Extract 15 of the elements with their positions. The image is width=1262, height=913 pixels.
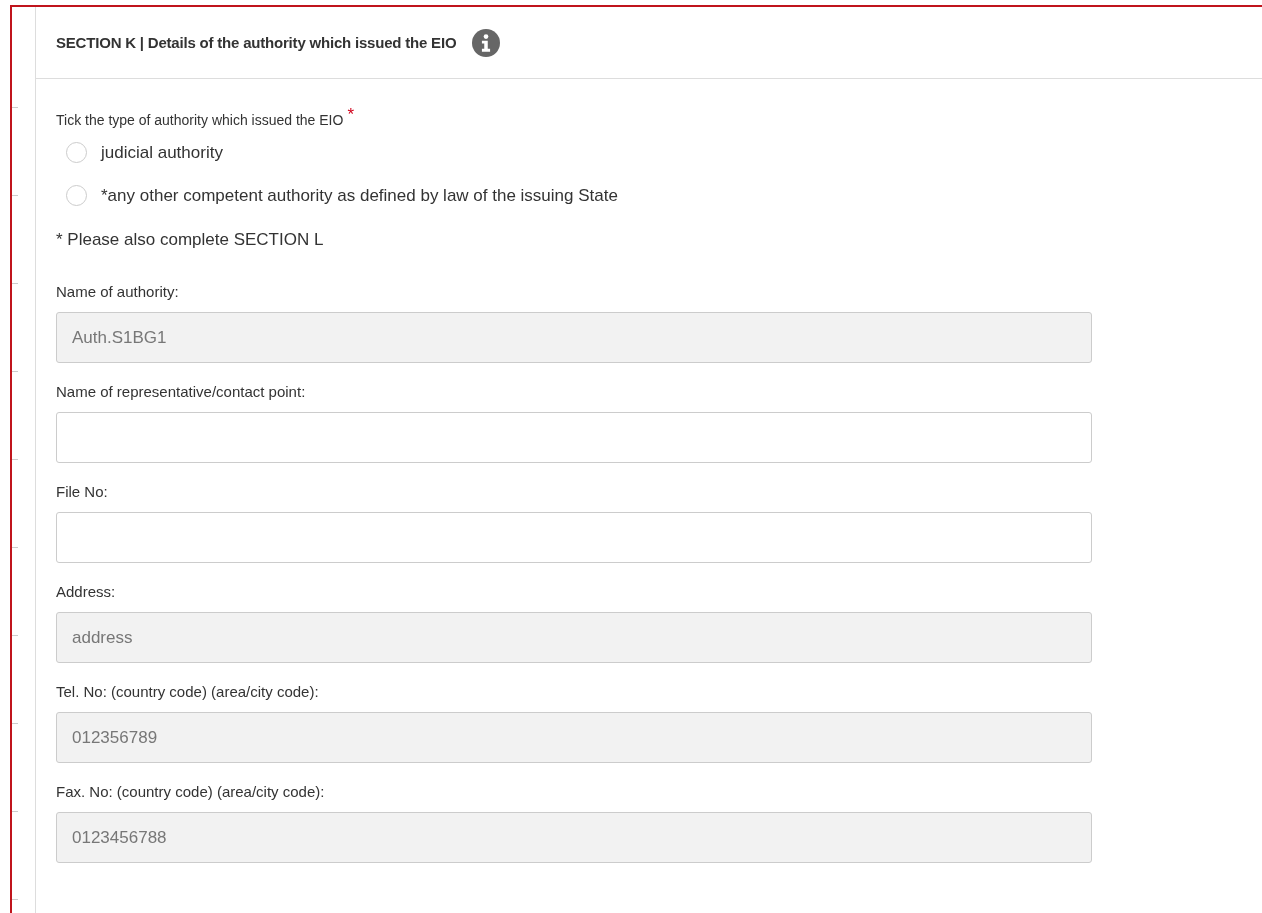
info-icon[interactable]: [472, 28, 501, 57]
input-field[interactable]: [56, 412, 1092, 463]
field-label: File No:: [56, 482, 108, 502]
input-field[interactable]: [56, 512, 1092, 563]
note-text: * Please also complete SECTION L: [56, 229, 324, 251]
field-label: Fax. No: (country code) (area/city code):: [56, 782, 325, 802]
field-label: Address:: [56, 582, 116, 602]
required-mark: *: [347, 105, 355, 124]
field-label: Tel. No: (country code) (area/city code):: [56, 682, 319, 702]
field-label: Name of authority:: [56, 282, 179, 302]
field-label: Name of representative/contact point:: [56, 382, 306, 402]
radio-label[interactable]: judicial authority: [101, 142, 223, 163]
radio-label[interactable]: *any other competent authority as defined by law of the issuing State: [101, 185, 618, 206]
question-label: Tick the type of authority which issued the EIO: [56, 112, 344, 128]
section-title: SECTION K | Details of the authority which issued the EIO: [56, 34, 457, 51]
